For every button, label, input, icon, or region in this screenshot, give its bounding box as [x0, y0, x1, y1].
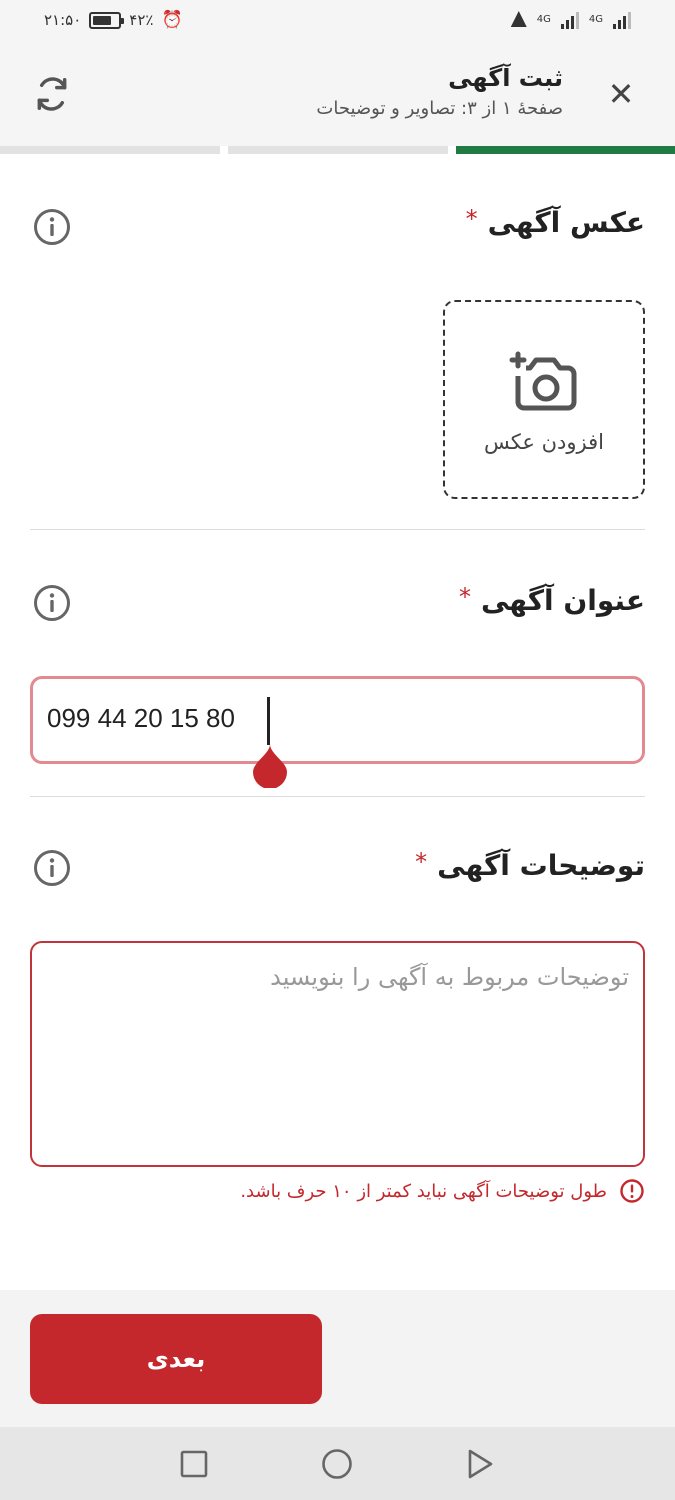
battery-percent: ۴۲٪: [129, 11, 154, 29]
photo-section-title: عکس آگهی: [487, 206, 645, 239]
add-photo-icon: [509, 351, 577, 410]
title-section-title: عنوان آگهی: [480, 584, 645, 617]
status-right: 4G 4G: [510, 9, 631, 29]
refresh-button[interactable]: [30, 72, 74, 116]
data-saver-icon: [510, 11, 527, 27]
bottom-action-bar: بعدی: [0, 1290, 675, 1427]
photo-section-header: عکس آگهی *: [465, 204, 645, 240]
divider: [30, 796, 645, 797]
description-error: طول توضیحات آگهی نباید کمتر از ۱۰ حرف با…: [240, 1178, 645, 1204]
next-button[interactable]: بعدی: [30, 1314, 322, 1404]
status-left: ۲۱:۵۰ ۴۲٪ ⏰: [44, 10, 183, 30]
add-photo-button[interactable]: افزودن عکس: [443, 300, 645, 499]
description-section-header: توضیحات آگهی *: [415, 847, 645, 883]
signal-icon: [560, 9, 579, 29]
ad-title-value: 099 44 20 15 80: [47, 703, 235, 733]
refresh-icon: [37, 77, 67, 111]
page-subtitle: صفحهٔ ۱ از ۳: تصاویر و توضیحات: [316, 98, 563, 119]
app-bar: ✕ ثبت آگهی صفحهٔ ۱ از ۳: تصاویر و توضیحا…: [0, 44, 675, 146]
error-icon: [620, 1179, 644, 1203]
required-mark: *: [415, 847, 428, 876]
status-bar: ۲۱:۵۰ ۴۲٪ ⏰ 4G 4G: [0, 0, 675, 44]
header-titles: ثبت آگهی صفحهٔ ۱ از ۳: تصاویر و توضیحات: [316, 62, 563, 119]
alarm-icon: ⏰: [161, 10, 183, 30]
info-icon[interactable]: [32, 207, 72, 247]
info-icon[interactable]: [32, 583, 72, 623]
system-nav-bar: [0, 1427, 675, 1500]
divider: [30, 529, 645, 530]
required-mark: *: [458, 582, 471, 611]
signal-icon-2: [613, 9, 631, 29]
battery-icon: [89, 11, 125, 29]
description-section-title: توضیحات آگهی: [437, 849, 645, 882]
network-type-1: 4G: [536, 13, 551, 25]
close-button[interactable]: ✕: [601, 74, 641, 114]
progress-step-3: [0, 146, 220, 154]
description-placeholder: توضیحات مربوط به آگهی را بنویسید: [270, 963, 629, 991]
add-photo-label: افزودن عکس: [484, 429, 604, 454]
back-icon[interactable]: [463, 1447, 497, 1481]
ad-description-textarea[interactable]: توضیحات مربوط به آگهی را بنویسید: [30, 941, 645, 1167]
title-section-header: عنوان آگهی *: [458, 582, 645, 618]
ad-title-input[interactable]: 099 44 20 15 80: [30, 676, 645, 764]
network-type-2: 4G: [588, 13, 603, 25]
step-progress: [0, 146, 675, 154]
close-icon: ✕: [607, 75, 635, 113]
info-icon[interactable]: [32, 848, 72, 888]
caret-handle[interactable]: [251, 744, 289, 788]
text-caret: [267, 697, 270, 745]
home-icon[interactable]: [320, 1447, 354, 1481]
recents-icon[interactable]: [177, 1447, 211, 1481]
page-title: ثبت آگهی: [448, 64, 563, 92]
status-time: ۲۱:۵۰: [44, 11, 82, 29]
required-mark: *: [465, 204, 478, 233]
error-message: طول توضیحات آگهی نباید کمتر از ۱۰ حرف با…: [240, 1180, 607, 1202]
progress-step-1: [456, 146, 675, 154]
progress-step-2: [228, 146, 448, 154]
